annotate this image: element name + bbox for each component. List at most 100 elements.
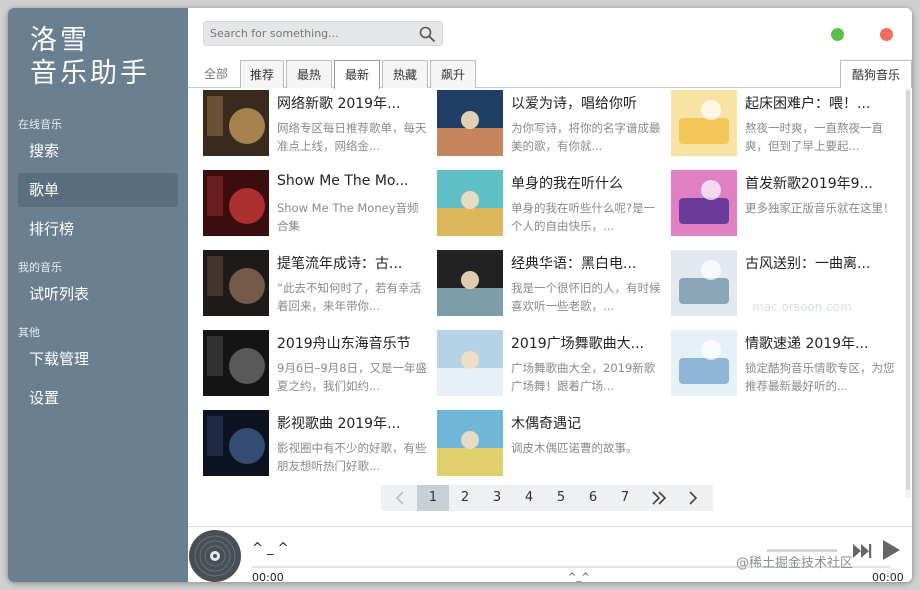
- playlist-description: 我是一个很怀旧的人，有时候喜欢听一些老歌，...: [511, 281, 661, 313]
- playlist-description: 熬夜一时爽，一直熬夜一直爽，但到了早上要起...: [745, 121, 883, 153]
- page-2[interactable]: 2: [449, 485, 481, 511]
- playlist-title[interactable]: 起床困难户：喂！...: [745, 93, 895, 113]
- playlist-title[interactable]: 2019舟山东海音乐节: [277, 333, 427, 353]
- playlist-title[interactable]: 单身的我在听什么: [511, 173, 661, 193]
- sidebar-item-playlists[interactable]: 歌单: [18, 173, 178, 207]
- top-bar: Search for something...: [188, 8, 912, 60]
- search-icon[interactable]: [418, 25, 436, 43]
- playlist-title[interactable]: 经典华语：黑白电...: [511, 253, 661, 273]
- playlist-description: 更多独家正版音乐就在这里！: [745, 201, 895, 215]
- disc-icon[interactable]: [188, 529, 242, 582]
- section-other: 其他: [18, 326, 40, 339]
- tab-newest[interactable]: 最新: [334, 60, 380, 89]
- playlist-grid: 网络新歌 2019年... 网络专区每日推荐歌单，每天准点上线，网络金... 以爱为…: [188, 88, 904, 488]
- playlist-cover-image[interactable]: [203, 250, 269, 316]
- playlist-description: Show Me The Money音频合集: [277, 201, 419, 233]
- page-1[interactable]: 1: [417, 485, 449, 511]
- chevron-right-icon: [689, 491, 698, 505]
- playlist-description: 影视圈中有不少的好歌，有些朋友想听热门好歌...: [277, 441, 427, 473]
- playlist-card[interactable]: 2019舟山东海音乐节 9月6日–9月8日，又是一年盛夏之约，我们如约...: [203, 330, 427, 398]
- scrollbar-thumb[interactable]: [906, 90, 910, 490]
- more-pages-button[interactable]: [643, 485, 675, 511]
- section-online-music: 在线音乐: [18, 118, 62, 131]
- playlist-tabs: 全部 推荐 最热 最新 热藏 飙升 酷狗音乐: [188, 60, 912, 89]
- playlist-description: 网络专区每日推荐歌单，每天准点上线，网络金...: [277, 121, 427, 153]
- playlist-cover-image[interactable]: [203, 330, 269, 396]
- playlist-title[interactable]: 2019广场舞歌曲大...: [511, 333, 661, 353]
- page-7[interactable]: 7: [609, 485, 641, 511]
- playlist-title[interactable]: 情歌速递 2019年...: [745, 333, 895, 353]
- pagination: 1 2 3 4 5 6 7: [381, 485, 713, 511]
- next-page-button[interactable]: [677, 485, 709, 511]
- playlist-card[interactable]: 单身的我在听什么 单身的我在听些什么呢?是一个人的自由快乐，...: [437, 170, 657, 238]
- playlist-description: “此去不知何时了，若有幸活着回来，来年带你...: [277, 281, 421, 313]
- playlist-card[interactable]: 影视歌曲 2019年... 影视圈中有不少的好歌，有些朋友想听热门好歌...: [203, 410, 427, 478]
- playlist-card[interactable]: 经典华语：黑白电... 我是一个很怀旧的人，有时候喜欢听一些老歌，...: [437, 250, 661, 318]
- app-logo: 洛雪 音乐助手: [30, 24, 150, 90]
- logo-line-2: 音乐助手: [30, 58, 150, 89]
- page-6[interactable]: 6: [577, 485, 609, 511]
- tab-source-kugou[interactable]: 酷狗音乐: [840, 60, 912, 88]
- current-time: 00:00: [252, 571, 284, 582]
- prev-page-button[interactable]: [385, 485, 417, 511]
- playlist-cover-image[interactable]: [671, 90, 737, 156]
- sidebar-item-downloads[interactable]: 下载管理: [18, 342, 178, 376]
- playlist-card[interactable]: Show Me The Mo... Show Me The Money音频合集: [203, 170, 423, 238]
- search-box[interactable]: Search for something...: [203, 21, 443, 46]
- playlist-card[interactable]: 木偶奇遇记 调皮木偶匹诺曹的故事。: [437, 410, 657, 478]
- page-4[interactable]: 4: [513, 485, 545, 511]
- tab-hot-collection[interactable]: 热藏: [382, 60, 428, 88]
- playlist-title[interactable]: Show Me The Mo...: [277, 173, 427, 189]
- minimize-button[interactable]: [831, 28, 844, 41]
- chevron-left-icon: [395, 491, 404, 505]
- section-my-music: 我的音乐: [18, 261, 62, 274]
- playlist-cover-image[interactable]: [437, 90, 503, 156]
- tab-rising[interactable]: 飙升: [430, 60, 476, 88]
- playlist-card[interactable]: 网络新歌 2019年... 网络专区每日推荐歌单，每天准点上线，网络金...: [203, 90, 427, 158]
- double-chevron-right-icon: [652, 491, 667, 505]
- playlist-title[interactable]: 影视歌曲 2019年...: [277, 413, 427, 433]
- watermark-community: @稀土掘金技术社区: [736, 556, 854, 571]
- playlist-title[interactable]: 木偶奇遇记: [511, 413, 661, 433]
- playlist-title[interactable]: 首发新歌2019年9...: [745, 173, 895, 193]
- sidebar: 洛雪 音乐助手 在线音乐 搜索 歌单 排行榜 我的音乐 试听列表 其他 下载管理…: [8, 8, 188, 582]
- playlist-title[interactable]: 网络新歌 2019年...: [277, 93, 427, 113]
- search-input[interactable]: Search for something...: [210, 27, 339, 40]
- playlist-description: 单身的我在听些什么呢?是一个人的自由快乐，...: [511, 201, 656, 233]
- playlist-description: 调皮木偶匹诺曹的故事。: [511, 441, 638, 455]
- lyric-line: ^_^: [568, 572, 590, 582]
- playlist-cover-image[interactable]: [437, 170, 503, 236]
- sidebar-item-preview-list[interactable]: 试听列表: [18, 277, 178, 311]
- page-5[interactable]: 5: [545, 485, 577, 511]
- playlist-cover-image[interactable]: [203, 410, 269, 476]
- tab-recommended[interactable]: 推荐: [240, 60, 284, 88]
- close-button[interactable]: [880, 28, 893, 41]
- logo-line-1: 洛雪: [30, 25, 90, 56]
- playlist-card[interactable]: 提笔流年成诗：古... “此去不知何时了，若有幸活着回来，来年带你...: [203, 250, 423, 318]
- sidebar-item-settings[interactable]: 设置: [18, 381, 178, 415]
- playlist-cover-image[interactable]: [437, 410, 503, 476]
- sidebar-item-search[interactable]: 搜索: [18, 134, 178, 168]
- next-track-icon[interactable]: [852, 542, 872, 560]
- sidebar-item-charts[interactable]: 排行榜: [18, 212, 178, 246]
- playlist-card[interactable]: 首发新歌2019年9... 更多独家正版音乐就在这里！: [671, 170, 895, 238]
- playlist-card[interactable]: 起床困难户：喂！... 熬夜一时爽，一直熬夜一直爽，但到了早上要起...: [671, 90, 891, 158]
- playlist-card[interactable]: 情歌速递 2019年... 锁定酷狗音乐情歌专区，为您推荐最新最好听的...: [671, 330, 895, 398]
- playlist-cover-image[interactable]: [203, 170, 269, 236]
- playlist-cover-image[interactable]: [437, 330, 503, 396]
- tab-all[interactable]: 全部: [196, 60, 236, 88]
- tab-hottest[interactable]: 最热: [286, 60, 332, 88]
- play-icon[interactable]: [881, 539, 901, 561]
- song-name: ^ _ ^: [252, 541, 289, 556]
- playlist-cover-image[interactable]: [671, 170, 737, 236]
- playlist-cover-image[interactable]: [437, 250, 503, 316]
- page-3[interactable]: 3: [481, 485, 513, 511]
- playlist-card[interactable]: 2019广场舞歌曲大... 广场舞歌曲大全，2019新歌广场舞！跟着广场...: [437, 330, 657, 398]
- playlist-title[interactable]: 古风送别：一曲离...: [745, 253, 895, 273]
- playlist-title[interactable]: 以爱为诗，唱给你听: [511, 93, 661, 113]
- playlist-cover-image[interactable]: [671, 330, 737, 396]
- playlist-card[interactable]: 以爱为诗，唱给你听 为你写诗，将你的名字谱成最美的歌，有你就...: [437, 90, 661, 158]
- playlist-title[interactable]: 提笔流年成诗：古...: [277, 253, 427, 273]
- playlist-cover-image[interactable]: [671, 250, 737, 316]
- playlist-cover-image[interactable]: [203, 90, 269, 156]
